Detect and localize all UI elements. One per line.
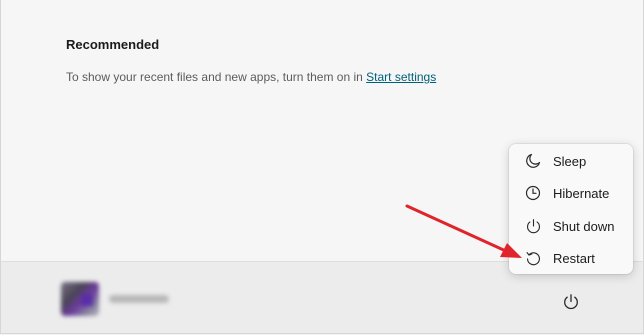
power-icon bbox=[524, 217, 542, 235]
start-menu-panel: Recommended To show your recent files an… bbox=[0, 0, 644, 334]
menu-item-shut-down[interactable]: Shut down bbox=[509, 212, 633, 240]
clock-icon bbox=[524, 184, 542, 202]
menu-item-label: Shut down bbox=[553, 218, 615, 234]
menu-item-sleep[interactable]: Sleep bbox=[509, 147, 633, 175]
menu-item-restart[interactable]: Restart bbox=[509, 244, 633, 272]
power-button[interactable] bbox=[558, 289, 584, 315]
menu-item-label: Sleep bbox=[553, 153, 587, 169]
avatar bbox=[61, 282, 99, 316]
menu-item-label: Hibernate bbox=[553, 185, 610, 201]
moon-icon bbox=[524, 152, 542, 170]
menu-item-hibernate[interactable]: Hibernate bbox=[509, 179, 633, 207]
user-account[interactable] bbox=[61, 281, 181, 317]
recommended-message-text: To show your recent files and new apps, … bbox=[66, 70, 367, 84]
restart-icon bbox=[524, 249, 542, 267]
menu-item-label: Restart bbox=[553, 250, 595, 266]
recommended-message: To show your recent files and new apps, … bbox=[66, 70, 436, 84]
username-redacted bbox=[109, 295, 169, 303]
recommended-heading: Recommended bbox=[66, 37, 160, 52]
power-options-menu: Sleep Hibernate Shut down Restart bbox=[509, 144, 633, 274]
power-icon bbox=[564, 294, 578, 310]
start-settings-link[interactable]: Start settings bbox=[366, 70, 436, 84]
